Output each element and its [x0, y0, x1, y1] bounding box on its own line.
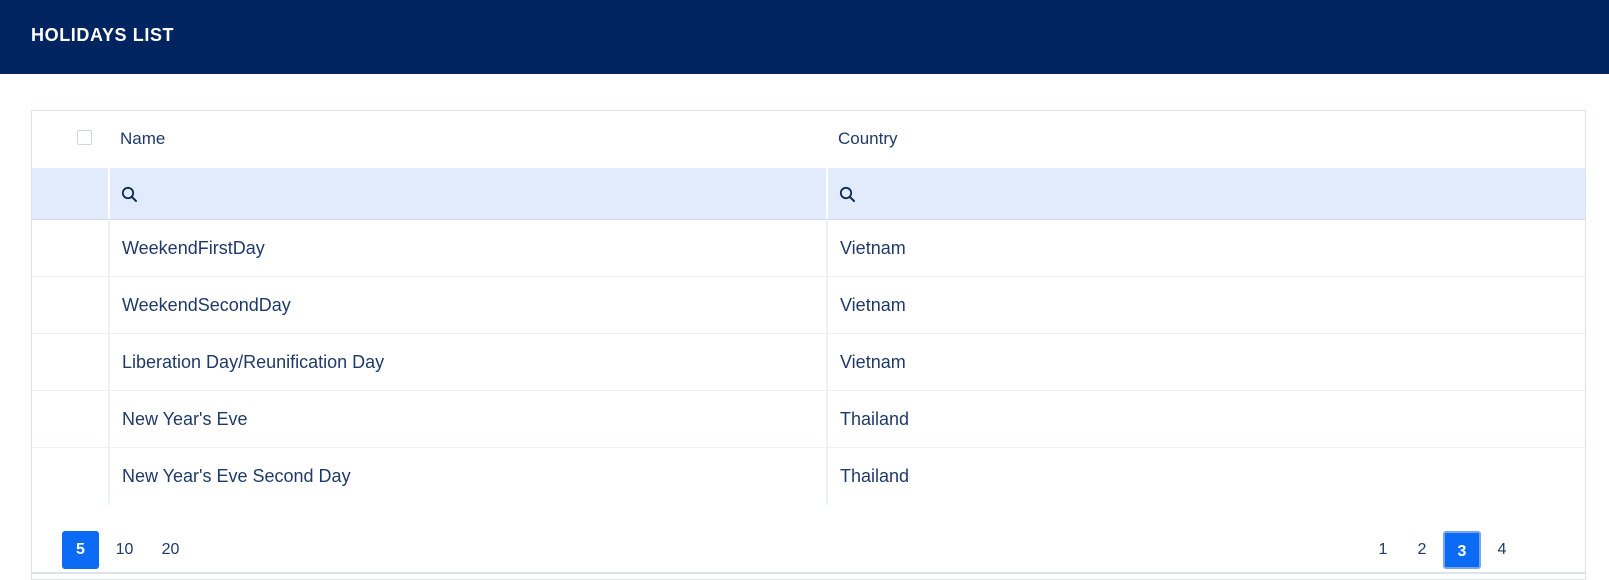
- holiday-country-cell: Thailand: [826, 391, 1585, 448]
- name-filter-cell[interactable]: [108, 168, 826, 219]
- search-icon[interactable]: [121, 186, 138, 203]
- filter-row: [32, 168, 1585, 220]
- table-row[interactable]: New Year's Eve Second Day Thailand: [32, 448, 1585, 505]
- holiday-name-cell: WeekendFirstDay: [108, 220, 826, 277]
- holidays-data-grid: Name Country WeekendFirstDay Vietnam Wee…: [31, 110, 1586, 580]
- table-row[interactable]: Liberation Day/Reunification Day Vietnam: [32, 334, 1585, 391]
- table-row[interactable]: New Year's Eve Thailand: [32, 391, 1585, 448]
- country-filter-cell[interactable]: [826, 168, 1585, 219]
- holiday-name-cell: Liberation Day/Reunification Day: [108, 334, 826, 391]
- select-all-checkbox[interactable]: [77, 130, 92, 145]
- page-1-button[interactable]: 1: [1368, 531, 1398, 569]
- page-3-button[interactable]: 3: [1443, 531, 1481, 569]
- holiday-country-cell: Thailand: [826, 448, 1585, 505]
- column-header-country[interactable]: Country: [838, 129, 898, 149]
- pager: 5 10 20 1 2 3 4: [32, 531, 1585, 571]
- holiday-country-cell: Vietnam: [826, 334, 1585, 391]
- search-icon[interactable]: [839, 186, 856, 203]
- holiday-name-cell: WeekendSecondDay: [108, 277, 826, 334]
- table-row[interactable]: WeekendSecondDay Vietnam: [32, 277, 1585, 334]
- table-body: WeekendFirstDay Vietnam WeekendSecondDay…: [32, 220, 1585, 505]
- holiday-country-cell: Vietnam: [826, 220, 1585, 277]
- page-size-5-button[interactable]: 5: [62, 531, 99, 569]
- page-2-button[interactable]: 2: [1407, 531, 1437, 569]
- column-header-name[interactable]: Name: [120, 129, 165, 149]
- page-4-button[interactable]: 4: [1487, 531, 1517, 569]
- table-row[interactable]: WeekendFirstDay Vietnam: [32, 220, 1585, 277]
- page-size-10-button[interactable]: 10: [106, 531, 143, 569]
- page-header: HOLIDAYS LIST: [0, 0, 1609, 74]
- column-header-row: Name Country: [32, 111, 1585, 168]
- holiday-name-cell: New Year's Eve: [108, 391, 826, 448]
- holiday-country-cell: Vietnam: [826, 277, 1585, 334]
- grid-bottom-border: [32, 572, 1585, 574]
- holiday-name-cell: New Year's Eve Second Day: [108, 448, 826, 505]
- page-title: HOLIDAYS LIST: [31, 25, 175, 45]
- page-size-20-button[interactable]: 20: [152, 531, 189, 569]
